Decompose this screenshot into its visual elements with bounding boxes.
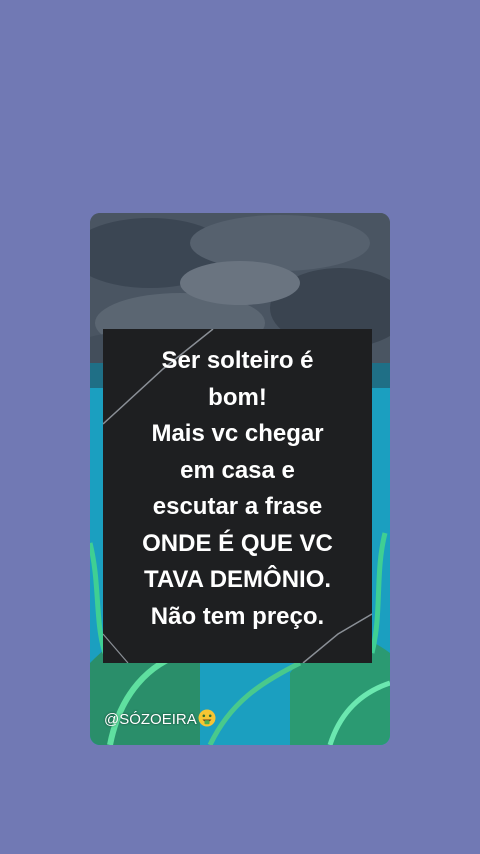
quote-line: Não tem preço. (150, 602, 325, 630)
quote-line: ONDE É QUE VC (142, 529, 333, 557)
quote-line: Mais vc chegar (151, 420, 324, 447)
watermark: @SÓZOEIRA (104, 709, 216, 732)
watermark-handle: @SÓZOEIRA (104, 711, 197, 728)
quote-line: bom! (208, 383, 267, 411)
story-card: Ser solteiro é bom! Mais vc chegar em ca… (90, 213, 390, 745)
quote-line: escutar a frase (152, 493, 323, 520)
quote-line: TAVA DEMÔNIO. (143, 566, 332, 593)
quote-box: Ser solteiro é bom! Mais vc chegar em ca… (103, 329, 372, 663)
quote-text: Ser solteiro é bom! Mais vc chegar em ca… (111, 343, 364, 635)
money-mouth-face-icon (198, 709, 216, 732)
quote-line: em casa e (180, 456, 295, 484)
quote-line: Ser solteiro é (161, 347, 314, 374)
